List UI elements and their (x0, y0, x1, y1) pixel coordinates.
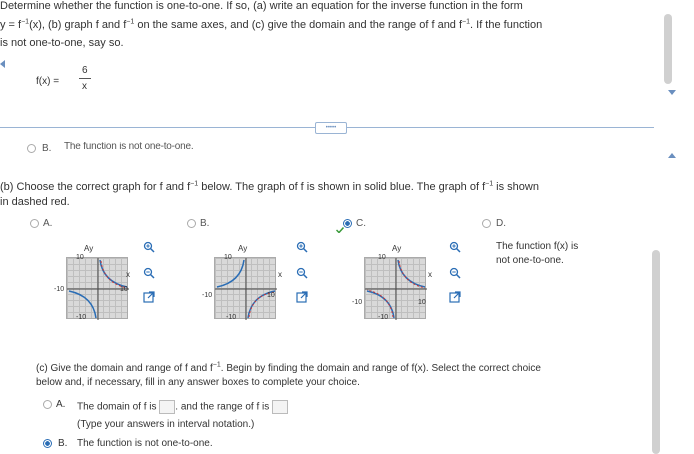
part-b-prompt-line1: (b) Choose the correct graph for f and f… (0, 180, 539, 194)
question-line2: y = f−1(x), (b) graph f and f−1 on the s… (0, 18, 543, 32)
graph-a-left-tick: -10 (54, 286, 65, 293)
graph-c-x-label: x (428, 270, 432, 279)
expand-left-icon[interactable] (0, 60, 5, 68)
graph-a-x-label: x (126, 270, 130, 279)
function-numerator: 6 (82, 65, 88, 76)
zoom-out-icon[interactable] (296, 266, 308, 279)
part-a-option-b-radio[interactable] (27, 144, 36, 153)
question-line3: is not one-to-one, say so. (0, 37, 124, 49)
option-c-letter: C. (356, 218, 366, 229)
part-c-prompt-line1: (c) Give the domain and range of f and f… (36, 362, 541, 375)
open-external-icon[interactable] (143, 290, 155, 303)
function-lhs: f(x) = (36, 76, 60, 87)
scrollbar-thumb-top[interactable] (664, 14, 672, 84)
graph-b-left-tick: -10 (202, 292, 213, 299)
prompt-text: . and the range of f is (175, 401, 270, 413)
open-external-icon[interactable] (449, 290, 461, 303)
graph-b-x-label: x (278, 270, 282, 279)
part-c-prompt-line2: below and, if necessary, fill in any ans… (36, 377, 360, 388)
prompt-text: (b) Choose the correct graph for f and f (0, 181, 191, 193)
prompt-text: (c) Give the domain and range of f and f (36, 363, 213, 374)
graph-option-c (364, 257, 427, 320)
graph-c-top-tick: 10 (378, 254, 386, 261)
option-a-letter: A. (43, 218, 53, 229)
graph-c-right-tick: 10 (418, 299, 426, 306)
superscript: −1 (462, 18, 471, 26)
part-a-option-b-letter: B. (42, 143, 52, 154)
question-text: y = f (0, 19, 22, 31)
prompt-text: The domain of f is (77, 401, 157, 413)
prompt-text: is shown (493, 181, 539, 193)
part-c-option-a-radio[interactable] (43, 400, 52, 409)
graph-c-bottom-tick: -10 (378, 314, 389, 321)
graph-a-bottom-tick: -10 (76, 314, 87, 321)
domain-input[interactable] (159, 400, 176, 414)
graph-b-top-tick: 10 (224, 254, 232, 261)
fraction-bar (79, 78, 91, 79)
part-a-option-b-clip: The function is not one-to-one. (64, 142, 234, 150)
scroll-down-icon[interactable] (668, 90, 676, 95)
graph-a-y-label: Ay (84, 244, 94, 253)
question-text: . If the function (470, 19, 543, 31)
graph-a-top-tick: 10 (76, 254, 84, 261)
graph-b-right-tick: 10 (267, 292, 275, 299)
prompt-text: below. The graph of f is shown in solid … (198, 181, 486, 193)
zoom-in-icon[interactable] (143, 240, 155, 253)
prompt-text: . Begin by finding the domain and range … (220, 363, 541, 374)
option-d-text-line2: not one-to-one. (496, 255, 564, 266)
option-b-letter: B. (200, 218, 210, 229)
part-c-option-b-letter: B. (58, 438, 68, 449)
part-c-option-b-radio[interactable] (43, 439, 52, 448)
question-text: on the same axes, and (c) give the domai… (134, 19, 463, 31)
range-input[interactable] (272, 400, 288, 414)
option-d-letter: D. (496, 218, 506, 229)
part-b-prompt-line2: in dashed red. (0, 196, 70, 208)
graph-c-svg (365, 258, 427, 320)
zoom-in-icon[interactable] (449, 240, 461, 253)
scroll-up-icon[interactable] (668, 153, 676, 158)
part-a-option-b-text: The function is not one-to-one. (64, 142, 194, 150)
graph-option-a (66, 257, 129, 320)
function-denominator: x (82, 81, 87, 92)
superscript: −1 (485, 180, 494, 188)
zoom-in-icon[interactable] (296, 240, 308, 253)
graph-b-bottom-tick: -10 (226, 314, 237, 321)
graph-c-y-label: Ay (392, 244, 402, 253)
option-d-text-line1: The function f(x) is (496, 241, 579, 252)
superscript: −1 (21, 18, 30, 26)
part-c-option-a-text: The domain of f is . and the range of f … (77, 400, 288, 414)
option-c-radio[interactable] (343, 219, 352, 228)
option-a-radio[interactable] (30, 219, 39, 228)
part-c-option-a-hint: (Type your answers in interval notation.… (77, 419, 255, 430)
expand-divider-button[interactable]: ••••• (315, 122, 347, 134)
part-c-option-a-letter: A. (56, 399, 66, 410)
zoom-out-icon[interactable] (449, 266, 461, 279)
option-b-radio[interactable] (187, 219, 196, 228)
open-external-icon[interactable] (296, 290, 308, 303)
option-d-radio[interactable] (482, 219, 491, 228)
part-c-option-b-text: The function is not one-to-one. (77, 438, 213, 449)
graph-a-right-tick: 10 (120, 286, 128, 293)
superscript: −1 (212, 361, 221, 369)
graph-option-b (214, 257, 277, 320)
question-line1: Determine whether the function is one-to… (0, 0, 523, 12)
scrollbar-thumb-bottom[interactable] (652, 250, 660, 454)
graph-b-y-label: Ay (238, 244, 248, 253)
zoom-out-icon[interactable] (143, 266, 155, 279)
graph-c-left-tick: -10 (352, 299, 363, 306)
question-text: (x), (b) graph f and f (29, 19, 127, 31)
superscript: −1 (190, 180, 199, 188)
